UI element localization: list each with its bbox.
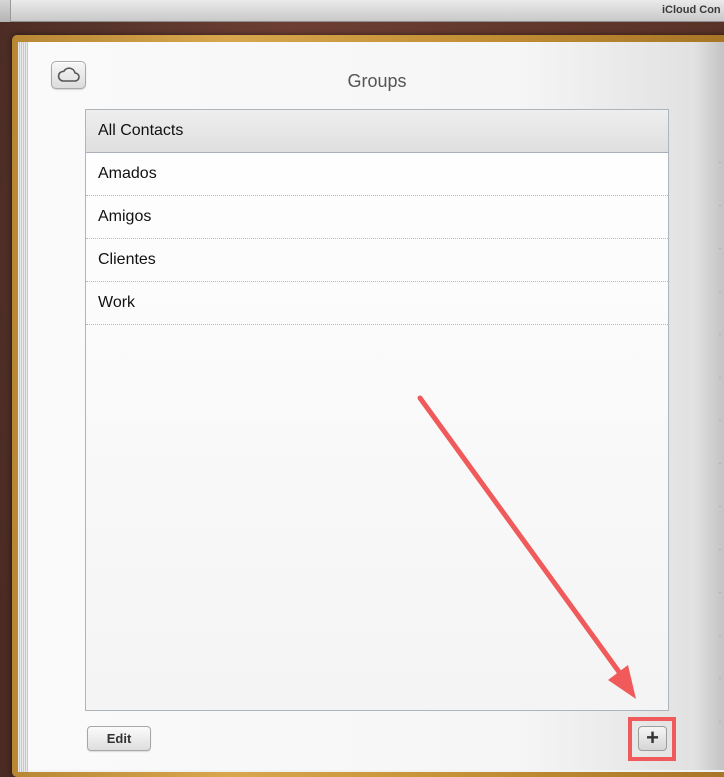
window-title: iCloud Con bbox=[662, 4, 721, 16]
title-bar-edge bbox=[0, 0, 11, 22]
page-edge-markers bbox=[719, 162, 721, 722]
group-item-clientes[interactable]: Clientes bbox=[86, 239, 668, 282]
group-item-all-contacts[interactable]: All Contacts bbox=[86, 110, 668, 153]
group-item-amigos[interactable]: Amigos bbox=[86, 196, 668, 239]
page-title: Groups bbox=[347, 71, 407, 91]
add-group-button[interactable]: + bbox=[638, 726, 667, 751]
group-item-work[interactable]: Work bbox=[86, 282, 668, 325]
edit-button[interactable]: Edit bbox=[87, 726, 151, 751]
group-item-amados[interactable]: Amados bbox=[86, 153, 668, 196]
title-bar: iCloud Con bbox=[0, 0, 724, 22]
groups-list: All Contacts Amados Amigos Clientes Work bbox=[85, 109, 669, 711]
